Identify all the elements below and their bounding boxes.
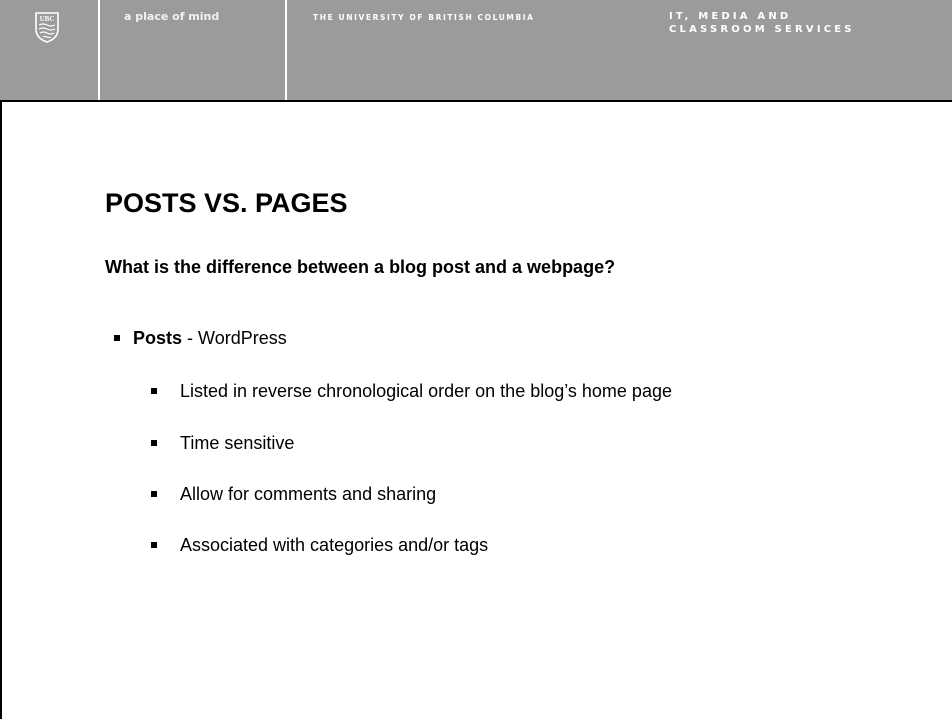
header-banner: UBC a place of mind THE UNIVERSITY OF BR…	[0, 0, 952, 102]
bullet-marker	[151, 542, 157, 548]
bullet-posts-text: - WordPress	[182, 328, 287, 348]
university-name: THE UNIVERSITY OF BRITISH COLUMBIA	[313, 13, 535, 22]
sub-bullet-text: Allow for comments and sharing	[180, 484, 437, 504]
department-name: IT, MEDIA AND CLASSROOM SERVICES	[669, 10, 855, 36]
sub-bullet: Associated with categories and/or tags	[151, 534, 489, 556]
department-line-2: CLASSROOM SERVICES	[669, 24, 855, 35]
bullet-posts-label: Posts	[133, 328, 183, 348]
department-line-1: IT, MEDIA AND	[669, 11, 792, 22]
slide-subtitle: What is the difference between a blog po…	[105, 257, 616, 277]
sub-bullet-text: Associated with categories and/or tags	[180, 535, 489, 555]
slide: UBC a place of mind THE UNIVERSITY OF BR…	[0, 0, 952, 719]
ubc-crest-icon: UBC	[35, 12, 59, 43]
slide-title: POSTS VS. PAGES	[105, 188, 348, 218]
sub-bullet-text: Time sensitive	[180, 433, 295, 453]
tagline: a place of mind	[124, 10, 220, 23]
sub-bullet-text: Listed in reverse chronological order on…	[180, 381, 672, 401]
bullet-marker	[151, 388, 157, 394]
logo-cell: UBC	[0, 0, 100, 100]
tagline-cell: a place of mind	[100, 0, 287, 100]
bullet-marker	[114, 335, 120, 341]
bullet-marker	[151, 491, 157, 497]
sub-bullet: Time sensitive	[151, 432, 295, 454]
svg-text:UBC: UBC	[40, 15, 55, 23]
left-border	[0, 100, 2, 719]
bullet-posts: Posts - WordPress	[114, 327, 287, 349]
bullet-marker	[151, 440, 157, 446]
sub-bullet: Listed in reverse chronological order on…	[151, 380, 672, 402]
sub-bullet: Allow for comments and sharing	[151, 483, 437, 505]
